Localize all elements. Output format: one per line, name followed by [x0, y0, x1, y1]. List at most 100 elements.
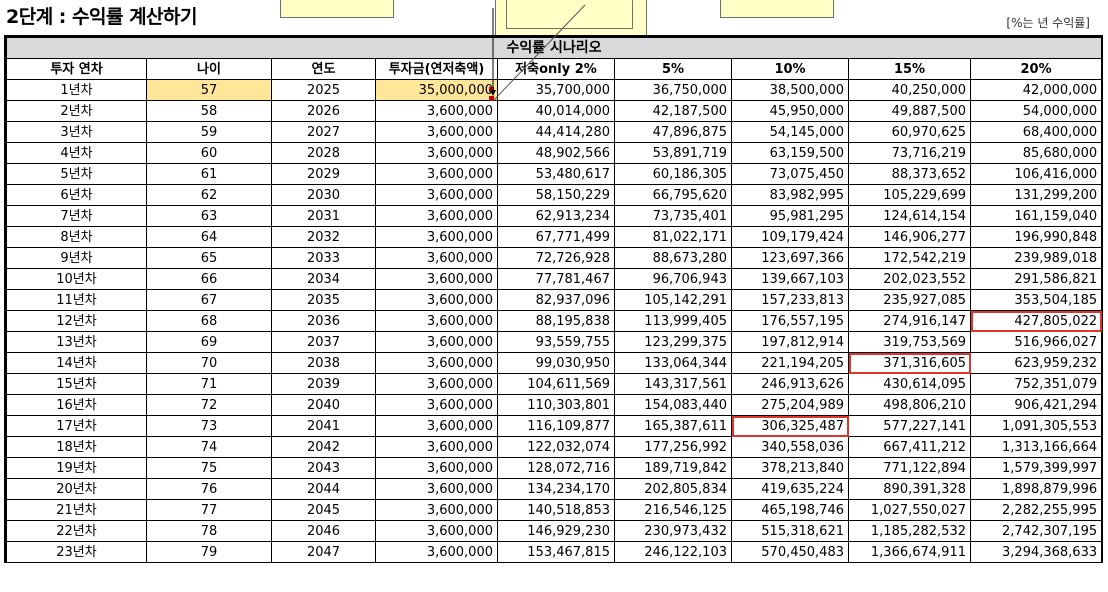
- table-cell[interactable]: 65: [146, 247, 272, 269]
- table-cell[interactable]: 577,227,141: [848, 415, 971, 437]
- column-header[interactable]: 저축only 2%: [497, 58, 615, 80]
- table-cell[interactable]: 230,973,432: [614, 520, 732, 542]
- table-cell[interactable]: 430,614,095: [848, 373, 971, 395]
- table-cell[interactable]: 3,600,000: [375, 478, 498, 500]
- table-cell[interactable]: 2045: [271, 499, 376, 521]
- table-cell[interactable]: 2047: [271, 541, 376, 563]
- table-cell[interactable]: 1년차: [6, 79, 147, 101]
- table-cell[interactable]: 2039: [271, 373, 376, 395]
- table-cell[interactable]: 131,299,200: [969, 184, 1103, 206]
- table-cell[interactable]: 128,072,716: [497, 457, 615, 479]
- column-header[interactable]: 10%: [731, 58, 849, 80]
- table-cell[interactable]: 498,806,210: [848, 394, 971, 416]
- table-cell[interactable]: 23년차: [6, 541, 147, 563]
- table-cell[interactable]: 20년차: [6, 478, 147, 500]
- table-cell[interactable]: 371,316,605: [848, 352, 971, 374]
- table-cell[interactable]: 16년차: [6, 394, 147, 416]
- table-cell[interactable]: 890,391,328: [848, 478, 971, 500]
- table-cell[interactable]: 2044: [271, 478, 376, 500]
- table-cell[interactable]: 61: [146, 163, 272, 185]
- table-cell[interactable]: 3,600,000: [375, 247, 498, 269]
- table-cell[interactable]: 21년차: [6, 499, 147, 521]
- table-cell[interactable]: 113,999,405: [614, 310, 732, 332]
- table-cell[interactable]: 189,719,842: [614, 457, 732, 479]
- table-cell[interactable]: 75: [146, 457, 272, 479]
- table-cell[interactable]: 93,559,755: [497, 331, 615, 353]
- table-cell[interactable]: 3,600,000: [375, 415, 498, 437]
- table-cell[interactable]: 623,959,232: [969, 352, 1103, 374]
- table-cell[interactable]: 123,697,366: [731, 247, 849, 269]
- table-cell[interactable]: 133,064,344: [614, 352, 732, 374]
- table-cell[interactable]: 68,400,000: [969, 121, 1103, 143]
- table-cell[interactable]: 2035: [271, 289, 376, 311]
- table-cell[interactable]: 73,075,450: [731, 163, 849, 185]
- table-cell[interactable]: 2029: [271, 163, 376, 185]
- table-cell[interactable]: 8년차: [6, 226, 147, 248]
- table-cell[interactable]: 53,480,617: [497, 163, 615, 185]
- table-cell[interactable]: 246,913,626: [731, 373, 849, 395]
- table-cell[interactable]: 172,542,219: [848, 247, 971, 269]
- table-cell[interactable]: 104,611,569: [497, 373, 615, 395]
- table-cell[interactable]: 3,294,368,633: [969, 541, 1103, 563]
- table-cell[interactable]: 58: [146, 100, 272, 122]
- table-cell[interactable]: 63,159,500: [731, 142, 849, 164]
- table-cell[interactable]: 134,234,170: [497, 478, 615, 500]
- comment-box[interactable]: [280, 0, 394, 18]
- table-cell[interactable]: 2040: [271, 394, 376, 416]
- table-cell[interactable]: 275,204,989: [731, 394, 849, 416]
- table-cell[interactable]: 235,927,085: [848, 289, 971, 311]
- table-cell[interactable]: 2년차: [6, 100, 147, 122]
- table-cell[interactable]: 73,716,219: [848, 142, 971, 164]
- table-cell[interactable]: 197,812,914: [731, 331, 849, 353]
- table-cell[interactable]: 64: [146, 226, 272, 248]
- table-cell[interactable]: 143,317,561: [614, 373, 732, 395]
- table-cell[interactable]: 3,600,000: [375, 268, 498, 290]
- table-cell[interactable]: 4년차: [6, 142, 147, 164]
- table-cell[interactable]: 42,000,000: [969, 79, 1103, 101]
- table-cell[interactable]: 60,970,625: [848, 121, 971, 143]
- table-cell[interactable]: 62,913,234: [497, 205, 615, 227]
- table-cell[interactable]: 35,000,000: [375, 79, 498, 101]
- table-cell[interactable]: 154,083,440: [614, 394, 732, 416]
- table-cell[interactable]: 3,600,000: [375, 163, 498, 185]
- table-cell[interactable]: 752,351,079: [969, 373, 1103, 395]
- table-cell[interactable]: 340,558,036: [731, 436, 849, 458]
- table-cell[interactable]: 3,600,000: [375, 289, 498, 311]
- table-cell[interactable]: 771,122,894: [848, 457, 971, 479]
- table-cell[interactable]: 146,906,277: [848, 226, 971, 248]
- table-cell[interactable]: 73: [146, 415, 272, 437]
- column-header[interactable]: 나이: [146, 58, 272, 80]
- table-cell[interactable]: 3,600,000: [375, 331, 498, 353]
- table-cell[interactable]: 202,023,552: [848, 268, 971, 290]
- table-cell[interactable]: 139,667,103: [731, 268, 849, 290]
- table-cell[interactable]: 515,318,621: [731, 520, 849, 542]
- table-cell[interactable]: 66,795,620: [614, 184, 732, 206]
- table-cell[interactable]: 3,600,000: [375, 226, 498, 248]
- table-cell[interactable]: 3,600,000: [375, 142, 498, 164]
- table-cell[interactable]: 11년차: [6, 289, 147, 311]
- table-cell[interactable]: 7년차: [6, 205, 147, 227]
- table-cell[interactable]: 63: [146, 205, 272, 227]
- table-cell[interactable]: 22년차: [6, 520, 147, 542]
- table-cell[interactable]: 35,700,000: [497, 79, 615, 101]
- table-cell[interactable]: 2041: [271, 415, 376, 437]
- table-cell[interactable]: 124,614,154: [848, 205, 971, 227]
- table-cell[interactable]: 48,902,566: [497, 142, 615, 164]
- table-cell[interactable]: 68: [146, 310, 272, 332]
- table-cell[interactable]: 2033: [271, 247, 376, 269]
- table-cell[interactable]: 3년차: [6, 121, 147, 143]
- table-cell[interactable]: 3,600,000: [375, 310, 498, 332]
- table-cell[interactable]: 105,229,699: [848, 184, 971, 206]
- table-cell[interactable]: 116,109,877: [497, 415, 615, 437]
- table-cell[interactable]: 99,030,950: [497, 352, 615, 374]
- table-cell[interactable]: 157,233,813: [731, 289, 849, 311]
- table-cell[interactable]: 38,500,000: [731, 79, 849, 101]
- table-cell[interactable]: 60,186,305: [614, 163, 732, 185]
- table-cell[interactable]: 96,706,943: [614, 268, 732, 290]
- table-cell[interactable]: 110,303,801: [497, 394, 615, 416]
- table-cell[interactable]: 2032: [271, 226, 376, 248]
- table-cell[interactable]: 2026: [271, 100, 376, 122]
- table-cell[interactable]: 82,937,096: [497, 289, 615, 311]
- table-cell[interactable]: 1,185,282,532: [848, 520, 971, 542]
- table-cell[interactable]: 72: [146, 394, 272, 416]
